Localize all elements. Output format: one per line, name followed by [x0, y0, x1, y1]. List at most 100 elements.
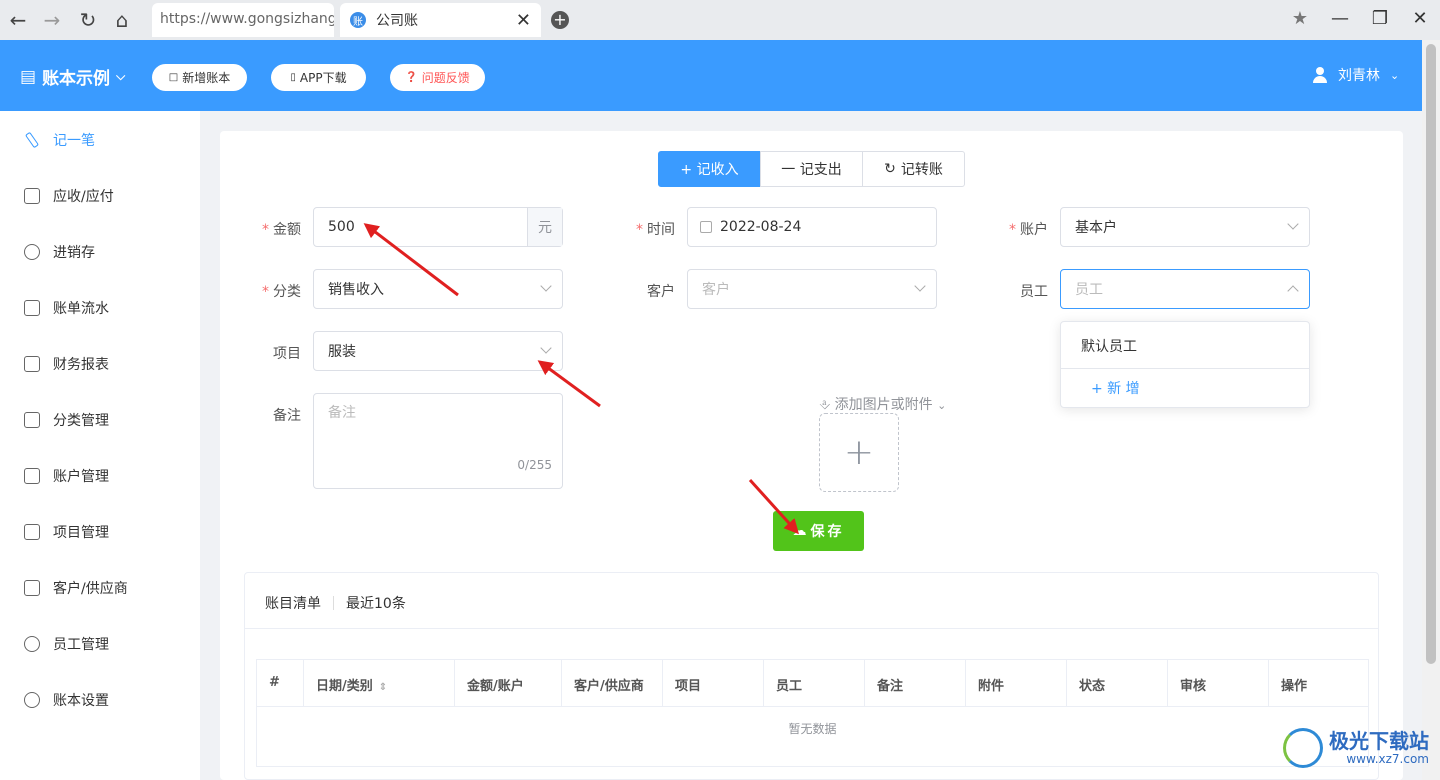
column-header: 附件	[966, 660, 1067, 707]
minimize-icon[interactable]: —	[1328, 8, 1352, 29]
required-mark: *	[1009, 222, 1016, 238]
dropdown-option-default-staff[interactable]: 默认员工	[1061, 322, 1309, 369]
column-header: 备注	[865, 660, 966, 707]
account-value: 基本户	[1075, 220, 1117, 236]
watermark-site: www.xz7.com	[1346, 752, 1429, 766]
reload-icon[interactable]: ↻	[74, 6, 102, 34]
user-menu[interactable]: 刘青林 ⌄	[1312, 65, 1399, 85]
sidebar-item-inventory[interactable]: 进销存	[0, 224, 200, 280]
chevron-down-icon: ⌵	[116, 69, 126, 83]
column-header: 项目	[663, 660, 764, 707]
sidebar-item-statement[interactable]: 账单流水	[0, 280, 200, 336]
sidebar-item-receivable[interactable]: 应收/应付	[0, 168, 200, 224]
home-icon[interactable]: ⌂	[108, 6, 136, 34]
tab-list[interactable]: 账目清单	[265, 593, 321, 613]
amount-input[interactable]: 500 元	[313, 207, 563, 247]
category-value: 销售收入	[328, 282, 384, 298]
sidebar-item-reports[interactable]: 财务报表	[0, 336, 200, 392]
sort-icon: ⇕	[378, 682, 388, 693]
amount-label: * 金额	[241, 219, 301, 239]
date-picker[interactable]: 2022-08-24	[687, 207, 937, 247]
attachment-toggle[interactable]: ⎀ 添加图片或附件 ⌄	[819, 394, 946, 414]
note-label: 备注	[273, 408, 301, 424]
book-switcher[interactable]: ▤ 账本示例 ⌵	[20, 64, 126, 90]
tab-transfer[interactable]: ↻ 记转账	[862, 151, 965, 187]
pin-icon[interactable]: ★	[1288, 8, 1312, 29]
chevron-down-icon: ⌄	[1390, 68, 1400, 82]
tab-recent[interactable]: 最近10条	[346, 593, 406, 613]
watermark-logo-icon	[1283, 728, 1323, 768]
divider	[245, 628, 1378, 629]
upload-area[interactable]: +	[819, 413, 899, 492]
tab-transfer-label: 记转账	[900, 162, 943, 178]
sidebar-item-accounts[interactable]: 账户管理	[0, 448, 200, 504]
required-mark: *	[262, 284, 269, 300]
account-label: * 账户	[988, 219, 1048, 239]
chevron-down-icon	[914, 280, 926, 292]
add-staff-button[interactable]: + 新 增	[1091, 378, 1140, 398]
customer-label: 客户	[647, 284, 675, 300]
save-button[interactable]: ☁ 保存	[773, 511, 864, 551]
sidebar-item-settings[interactable]: 账本设置	[0, 672, 200, 728]
project-select[interactable]: 服装	[313, 331, 563, 371]
column-header-date[interactable]: 日期/类别 ⇕	[304, 660, 455, 707]
column-header: 客户/供应商	[562, 660, 663, 707]
sidebar-item-projects[interactable]: 项目管理	[0, 504, 200, 560]
back-icon[interactable]: ←	[4, 6, 32, 34]
new-book-button[interactable]: □ 新增账本	[152, 64, 247, 91]
chevron-down-icon: ⌄	[937, 399, 947, 412]
note-textarea[interactable]: 备注 0/255	[313, 393, 563, 489]
page-scrollbar[interactable]	[1422, 40, 1440, 780]
records-table: # 日期/类别 ⇕ 金额/账户 客户/供应商 项目 员工 备注 附件 状态 审核 …	[256, 659, 1369, 767]
customer-placeholder: 客户	[702, 282, 730, 298]
save-label: 保存	[810, 524, 845, 540]
customer-select[interactable]: 客户	[687, 269, 937, 309]
phone-icon: ▯	[290, 72, 296, 83]
scrollbar-thumb[interactable]	[1426, 44, 1436, 664]
pencil-icon	[24, 131, 40, 149]
sidebar-item-customers[interactable]: 客户/供应商	[0, 560, 200, 616]
account-select[interactable]: 基本户	[1060, 207, 1310, 247]
note-counter: 0/255	[517, 458, 552, 472]
empty-state: 暂无数据	[788, 722, 837, 736]
book-icon: ▤	[20, 66, 37, 87]
close-tab-icon[interactable]: ✕	[516, 10, 531, 31]
sidebar-item-staff[interactable]: 员工管理	[0, 616, 200, 672]
bookmark-icon	[24, 188, 40, 204]
app-download-button[interactable]: ▯ APP下载	[271, 64, 366, 91]
required-mark: *	[636, 222, 643, 238]
sidebar-item-label: 项目管理	[53, 525, 109, 541]
sidebar-item-categories[interactable]: 分类管理	[0, 392, 200, 448]
feedback-button[interactable]: ❓ 问题反馈	[390, 64, 485, 91]
column-header: 金额/账户	[455, 660, 562, 707]
address-bar[interactable]: https://www.gongsizhang.c	[152, 3, 334, 37]
sidebar-item-record[interactable]: 记一笔	[0, 112, 200, 168]
cloud-upload-icon: ☁	[792, 523, 807, 539]
sidebar-item-label: 分类管理	[53, 413, 109, 429]
restore-icon[interactable]: ❐	[1368, 8, 1392, 29]
sidebar-item-label: 财务报表	[53, 357, 109, 373]
category-select[interactable]: 销售收入	[313, 269, 563, 309]
divider	[333, 596, 334, 610]
sidebar-item-label: 应收/应付	[53, 189, 114, 205]
close-window-icon[interactable]: ✕	[1408, 8, 1432, 29]
chevron-up-icon	[1287, 285, 1299, 297]
tab-expense[interactable]: 一 记支出	[760, 151, 863, 187]
new-tab-icon[interactable]: +	[551, 11, 569, 29]
app-download-label: APP下载	[299, 71, 347, 85]
column-header: 状态	[1067, 660, 1168, 707]
column-header: 审核	[1168, 660, 1269, 707]
chevron-down-icon	[1287, 218, 1299, 230]
tab-income[interactable]: + 记收入	[658, 151, 761, 187]
sidebar-item-label: 记一笔	[53, 133, 95, 149]
sidebar-item-label: 账本设置	[53, 693, 109, 709]
staff-select[interactable]: 员工	[1060, 269, 1310, 309]
required-mark: *	[262, 222, 269, 238]
column-header-label: 日期/类别	[316, 679, 373, 694]
column-header: 操作	[1269, 660, 1368, 707]
feedback-label: 问题反馈	[421, 71, 470, 85]
browser-tab[interactable]: 账 公司账 ✕	[340, 3, 541, 37]
sidebar-item-label: 账户管理	[53, 469, 109, 485]
folder-icon: □	[168, 72, 179, 83]
forward-icon[interactable]: →	[38, 6, 66, 34]
